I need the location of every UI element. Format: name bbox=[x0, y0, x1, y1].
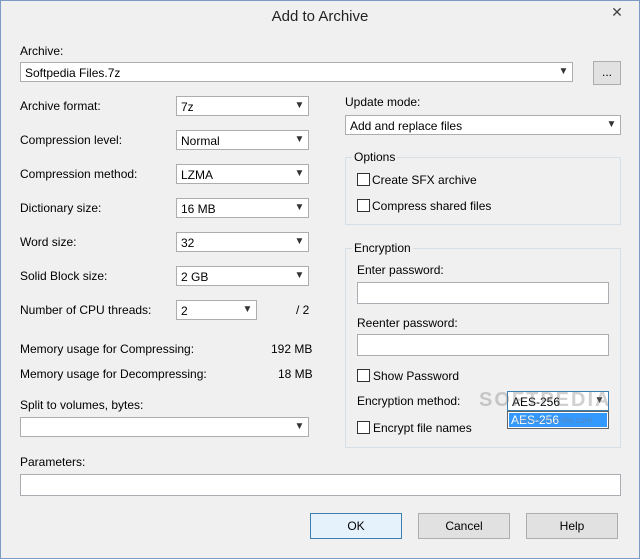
chevron-down-icon: ▼ bbox=[242, 304, 253, 315]
reenter-password-input[interactable] bbox=[357, 334, 609, 356]
encryption-group-title: Encryption bbox=[352, 241, 413, 255]
compress-shared-checkbox[interactable] bbox=[357, 199, 370, 212]
dialog-window: Add to Archive ✕ Archive: Softpedia File… bbox=[0, 0, 640, 559]
word-size-label: Word size: bbox=[20, 235, 77, 249]
split-volumes-label: Split to volumes, bytes: bbox=[20, 398, 144, 412]
update-mode-value: Add and replace files bbox=[350, 119, 463, 133]
dictionary-size-value: 16 MB bbox=[181, 202, 216, 216]
close-button[interactable]: ✕ bbox=[597, 1, 637, 23]
create-sfx-label[interactable]: Create SFX archive bbox=[372, 173, 477, 187]
reenter-password-label: Reenter password: bbox=[357, 316, 458, 330]
update-mode-select[interactable]: Add and replace files ▼ bbox=[345, 115, 621, 135]
memory-decompress-value: 18 MB bbox=[278, 367, 313, 381]
memory-decompress-label: Memory usage for Decompressing: bbox=[20, 367, 207, 381]
chevron-down-icon: ▼ bbox=[294, 236, 305, 247]
chevron-down-icon: ▼ bbox=[294, 134, 305, 145]
compression-level-label: Compression level: bbox=[20, 133, 123, 147]
parameters-label: Parameters: bbox=[20, 455, 86, 469]
close-icon: ✕ bbox=[611, 4, 623, 20]
chevron-down-icon: ▼ bbox=[294, 202, 305, 213]
encrypt-names-label[interactable]: Encrypt file names bbox=[373, 421, 472, 435]
cpu-threads-value: 2 bbox=[181, 304, 188, 318]
word-size-select[interactable]: 32 ▼ bbox=[176, 232, 309, 252]
encryption-method-label: Encryption method: bbox=[357, 394, 461, 408]
chevron-down-icon: ▼ bbox=[294, 168, 305, 179]
compression-method-select[interactable]: LZMA ▼ bbox=[176, 164, 309, 184]
cpu-threads-label: Number of CPU threads: bbox=[20, 303, 152, 317]
memory-compress-value: 192 MB bbox=[271, 342, 313, 356]
archive-format-value: 7z bbox=[181, 100, 194, 114]
help-button[interactable]: Help bbox=[526, 513, 618, 539]
softpedia-watermark-url: www.softpedia.com bbox=[515, 415, 593, 425]
compression-level-select[interactable]: Normal ▼ bbox=[176, 130, 309, 150]
compression-level-value: Normal bbox=[181, 134, 220, 148]
solid-block-size-label: Solid Block size: bbox=[20, 269, 108, 283]
enter-password-input[interactable] bbox=[357, 282, 609, 304]
update-mode-label: Update mode: bbox=[345, 95, 421, 109]
enter-password-label: Enter password: bbox=[357, 263, 444, 277]
title-bar: Add to Archive ✕ bbox=[1, 1, 639, 31]
options-group-title: Options bbox=[352, 150, 398, 164]
cpu-threads-select[interactable]: 2 ▼ bbox=[176, 300, 257, 320]
archive-format-label: Archive format: bbox=[20, 99, 101, 113]
word-size-value: 32 bbox=[181, 236, 195, 250]
cancel-button[interactable]: Cancel bbox=[418, 513, 510, 539]
chevron-down-icon: ▼ bbox=[294, 270, 305, 281]
browse-button[interactable]: ... bbox=[593, 61, 621, 85]
encrypt-names-checkbox[interactable] bbox=[357, 421, 370, 434]
cpu-threads-max: / 2 bbox=[296, 303, 310, 317]
ok-button[interactable]: OK bbox=[310, 513, 402, 539]
options-group: Options bbox=[345, 150, 621, 225]
archive-label: Archive: bbox=[20, 44, 64, 58]
parameters-input[interactable] bbox=[20, 474, 621, 496]
create-sfx-checkbox[interactable] bbox=[357, 173, 370, 186]
compression-method-label: Compression method: bbox=[20, 167, 138, 181]
solid-block-size-select[interactable]: 2 GB ▼ bbox=[176, 266, 309, 286]
show-password-label[interactable]: Show Password bbox=[373, 369, 459, 383]
split-volumes-combo[interactable]: ▼ bbox=[20, 417, 309, 437]
memory-compress-label: Memory usage for Compressing: bbox=[20, 342, 195, 356]
show-password-checkbox[interactable] bbox=[357, 369, 370, 382]
chevron-down-icon: ▼ bbox=[294, 100, 305, 111]
compression-method-value: LZMA bbox=[181, 168, 214, 182]
dictionary-size-label: Dictionary size: bbox=[20, 201, 102, 215]
compress-shared-label[interactable]: Compress shared files bbox=[372, 199, 491, 213]
chevron-down-icon: ▼ bbox=[558, 66, 569, 77]
archive-path-value: Softpedia Files.7z bbox=[25, 66, 121, 80]
chevron-down-icon: ▼ bbox=[294, 421, 305, 432]
window-title: Add to Archive bbox=[271, 8, 369, 25]
dictionary-size-select[interactable]: 16 MB ▼ bbox=[176, 198, 309, 218]
solid-block-size-value: 2 GB bbox=[181, 270, 209, 284]
softpedia-watermark: SOFTPEDIA bbox=[479, 389, 612, 411]
archive-format-select[interactable]: 7z ▼ bbox=[176, 96, 309, 116]
archive-path-combo[interactable]: Softpedia Files.7z ▼ bbox=[20, 62, 573, 82]
chevron-down-icon: ▼ bbox=[606, 119, 617, 130]
